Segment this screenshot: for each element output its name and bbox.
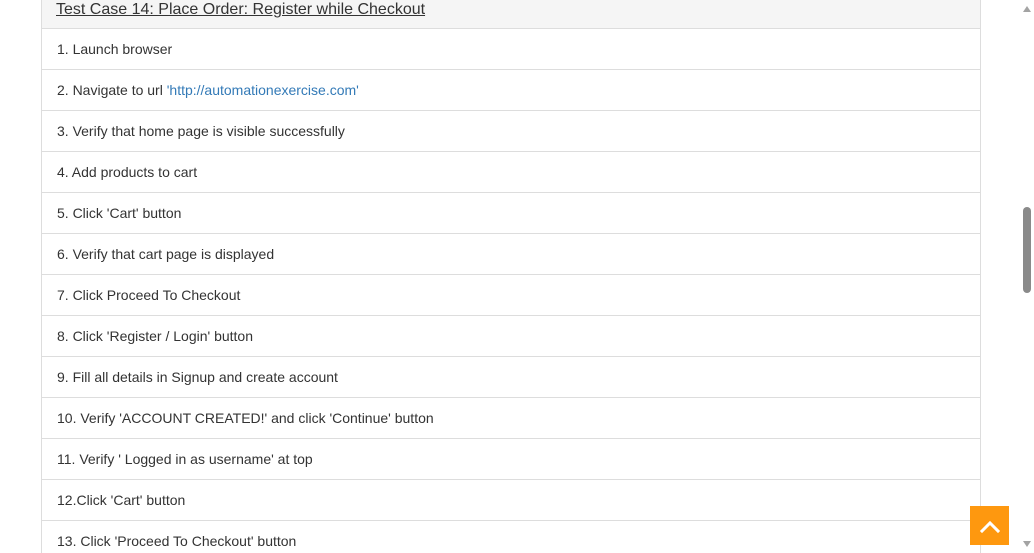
vertical-scrollbar[interactable] [1020, 0, 1034, 553]
chevron-up-icon [979, 520, 1000, 533]
test-step-item: 10. Verify 'ACCOUNT CREATED!' and click … [42, 398, 980, 439]
test-step-item: 4. Add products to cart [42, 152, 980, 193]
test-case-panel: Test Case 14: Place Order: Register whil… [41, 0, 981, 553]
test-step-text: 4. Add products to cart [57, 164, 198, 180]
test-step-item: 2. Navigate to url 'http://automationexe… [42, 70, 980, 111]
test-step-text: 11. Verify ' Logged in as username' at t… [57, 451, 313, 467]
test-step-item: 12.Click 'Cart' button [42, 480, 980, 521]
test-step-text: 8. Click 'Register / Login' button [57, 328, 253, 344]
test-step-item: 6. Verify that cart page is displayed [42, 234, 980, 275]
test-step-text: 1. Launch browser [57, 41, 173, 57]
test-step-text: 3. Verify that home page is visible succ… [57, 123, 345, 139]
test-step-item: 8. Click 'Register / Login' button [42, 316, 980, 357]
test-step-text: 2. Navigate to url [57, 82, 167, 98]
test-step-item: 11. Verify ' Logged in as username' at t… [42, 439, 980, 480]
test-step-item: 7. Click Proceed To Checkout [42, 275, 980, 316]
test-step-item: 3. Verify that home page is visible succ… [42, 111, 980, 152]
test-step-text: 5. Click 'Cart' button [57, 205, 182, 221]
panel-heading: Test Case 14: Place Order: Register whil… [42, 0, 980, 29]
test-step-item: 1. Launch browser [42, 29, 980, 70]
url-link[interactable]: 'http://automationexercise.com' [167, 82, 359, 98]
scrollbar-thumb[interactable] [1023, 207, 1031, 293]
scroll-down-arrow-icon[interactable] [1023, 541, 1031, 547]
scroll-to-top-button[interactable] [970, 506, 1009, 545]
test-case-title-link[interactable]: Test Case 14: Place Order: Register whil… [56, 1, 425, 19]
test-step-item: 9. Fill all details in Signup and create… [42, 357, 980, 398]
test-step-text: 10. Verify 'ACCOUNT CREATED!' and click … [57, 410, 434, 426]
scroll-up-arrow-icon[interactable] [1023, 6, 1031, 12]
test-step-item: 13. Click 'Proceed To Checkout' button [42, 521, 980, 553]
test-step-text: 12.Click 'Cart' button [57, 492, 186, 508]
test-step-text: 9. Fill all details in Signup and create… [57, 369, 338, 385]
page-viewport: Test Case 14: Place Order: Register whil… [0, 0, 1034, 553]
test-step-item: 5. Click 'Cart' button [42, 193, 980, 234]
test-step-text: 7. Click Proceed To Checkout [57, 287, 241, 303]
test-step-text: 6. Verify that cart page is displayed [57, 246, 275, 262]
test-step-text: 13. Click 'Proceed To Checkout' button [57, 533, 297, 549]
test-steps-list: 1. Launch browser 2. Navigate to url 'ht… [42, 29, 980, 553]
